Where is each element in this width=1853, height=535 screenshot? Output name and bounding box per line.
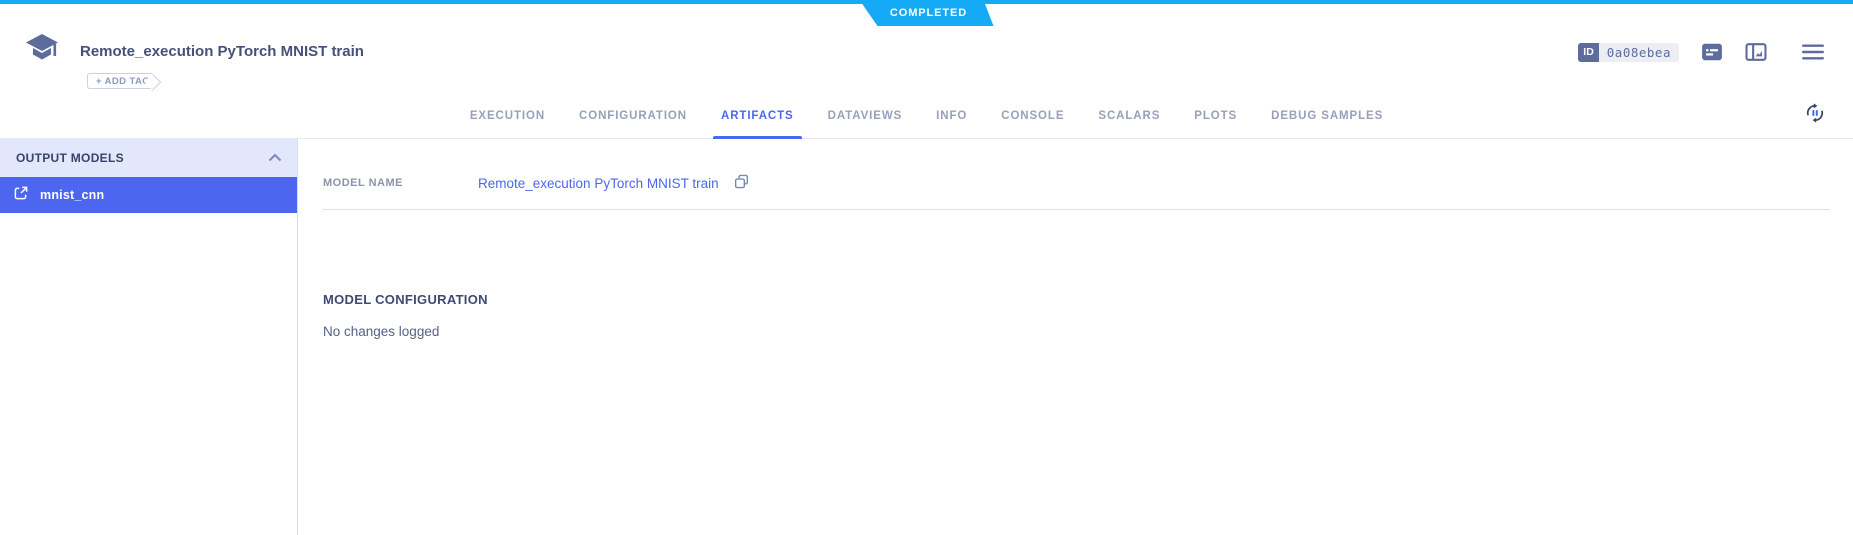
tab-scalars[interactable]: SCALARS	[1081, 89, 1177, 138]
add-tag-label: + ADD TAG	[96, 75, 151, 87]
split-view-icon[interactable]	[1745, 41, 1767, 63]
id-chip-label: ID	[1578, 42, 1599, 62]
model-name-row: MODEL NAME Remote_execution PyTorch MNIS…	[323, 173, 1830, 210]
experiment-id-badge[interactable]: ID 0a08ebea	[1578, 42, 1679, 62]
tab-artifacts[interactable]: ARTIFACTS	[704, 89, 811, 139]
model-configuration-heading: MODEL CONFIGURATION	[323, 292, 488, 307]
experiment-detail-page: COMPLETED Remote_execution PyTorch MNIST…	[0, 0, 1853, 535]
header-actions: ID 0a08ebea	[1578, 41, 1825, 63]
model-name-label: MODEL NAME	[323, 177, 403, 189]
sidebar-item-mnist-cnn[interactable]: mnist_cnn	[0, 177, 297, 213]
model-configuration-empty-text: No changes logged	[323, 324, 440, 339]
status-ribbon: COMPLETED	[860, 0, 994, 26]
output-models-title: OUTPUT MODELS	[16, 151, 124, 165]
id-value: 0a08ebea	[1598, 42, 1679, 62]
output-models-sidebar: OUTPUT MODELS mnist_cnn	[0, 139, 298, 535]
details-card-icon[interactable]	[1701, 41, 1723, 63]
auto-refresh-toggle-icon[interactable]	[1803, 101, 1827, 125]
external-link-icon	[13, 185, 29, 206]
model-item-label: mnist_cnn	[40, 188, 105, 202]
app-logo-icon	[25, 33, 61, 65]
tab-debug-samples[interactable]: DEBUG SAMPLES	[1254, 89, 1400, 138]
copy-icon	[733, 173, 750, 193]
copy-model-name-button[interactable]	[733, 173, 750, 193]
hamburger-menu-icon[interactable]	[1801, 43, 1825, 61]
tab-configuration[interactable]: CONFIGURATION	[562, 89, 704, 138]
experiment-body: OUTPUT MODELS mnist_cnn MODEL NAME Remot…	[0, 139, 1853, 535]
tab-plots[interactable]: PLOTS	[1177, 89, 1254, 138]
output-models-section-header[interactable]: OUTPUT MODELS	[0, 139, 297, 177]
tab-info[interactable]: INFO	[919, 89, 984, 138]
experiment-tab-bar: EXECUTION CONFIGURATION ARTIFACTS DATAVI…	[0, 89, 1853, 139]
model-name-link[interactable]: Remote_execution PyTorch MNIST train	[478, 176, 719, 191]
tab-console[interactable]: CONSOLE	[984, 89, 1081, 138]
tab-dataviews[interactable]: DATAVIEWS	[811, 89, 920, 138]
add-tag-button[interactable]: + ADD TAG	[87, 73, 153, 89]
model-configuration-section: MODEL CONFIGURATION No changes logged	[323, 292, 1830, 339]
artifact-detail-panel: MODEL NAME Remote_execution PyTorch MNIS…	[298, 139, 1853, 535]
tab-execution[interactable]: EXECUTION	[453, 89, 562, 138]
status-ribbon-label: COMPLETED	[889, 7, 968, 19]
experiment-title: Remote_execution PyTorch MNIST train	[80, 43, 364, 60]
chevron-up-icon[interactable]	[268, 149, 282, 167]
